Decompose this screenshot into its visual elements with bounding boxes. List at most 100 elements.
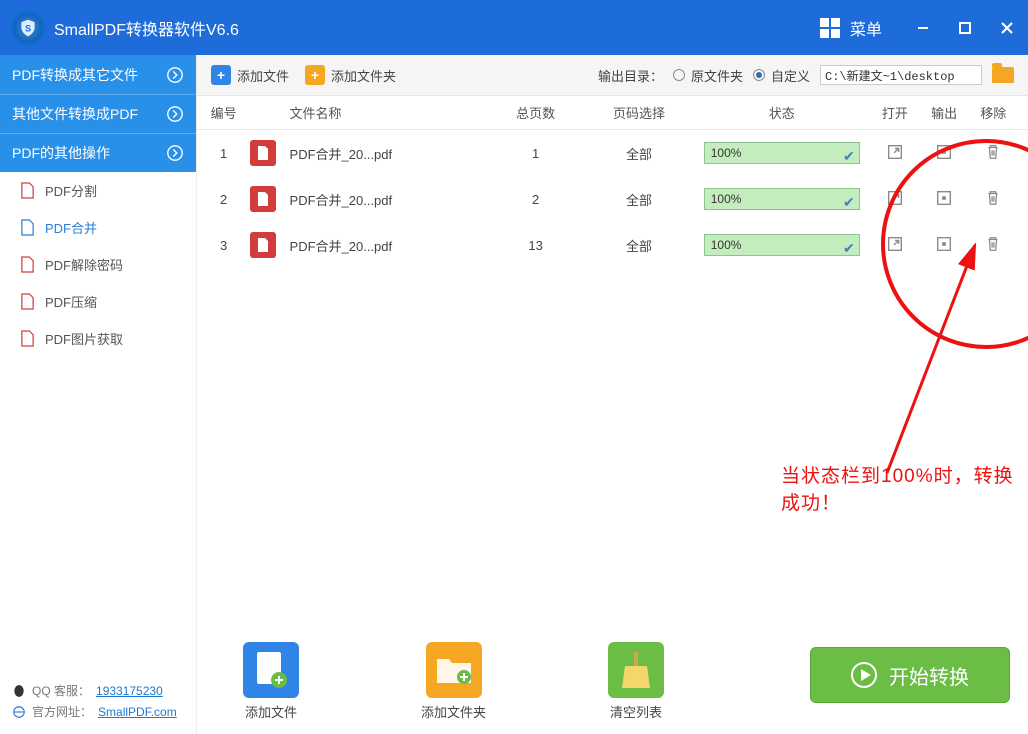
sidebar-item-pdf-unlock[interactable]: PDF解除密码: [0, 246, 196, 283]
bottom-btn-label: 添加文件: [245, 702, 297, 721]
radio-icon: [753, 69, 765, 81]
cell-pages: 1: [486, 146, 584, 161]
sidebar-item-pdf-split[interactable]: PDF分割: [0, 172, 196, 209]
cell-num: 2: [197, 192, 250, 207]
output-custom-radio[interactable]: 自定义: [753, 66, 810, 85]
qq-label: QQ 客服：: [32, 682, 90, 699]
col-open: 打开: [870, 103, 919, 122]
sidebar-item-label: PDF压缩: [45, 292, 97, 311]
col-output: 输出: [920, 103, 969, 122]
minimize-button[interactable]: [902, 0, 944, 55]
add-file-label: 添加文件: [237, 66, 289, 85]
output-button[interactable]: [935, 235, 953, 253]
add-folder-large-icon: [426, 642, 482, 698]
sidebar-footer: QQ 客服： 1933175230 官方网址： SmallPDF.com: [0, 674, 196, 734]
col-num: 编号: [197, 103, 250, 122]
remove-button[interactable]: [984, 143, 1002, 161]
bottom-btn-label: 清空列表: [610, 702, 662, 721]
radio-label: 原文件夹: [691, 66, 743, 85]
cell-pages: 2: [486, 192, 584, 207]
page-icon: [20, 256, 35, 273]
sidebar-item-label: PDF合并: [45, 218, 97, 237]
table-row: 2PDF合并_20...pdf2全部100%✔: [197, 176, 1028, 222]
browse-folder-button[interactable]: [992, 67, 1014, 83]
open-button[interactable]: [886, 189, 904, 207]
start-convert-button[interactable]: 开始转换: [810, 647, 1010, 703]
progress-bar: 100%✔: [704, 142, 860, 164]
cell-name: PDF合并_20...pdf: [290, 190, 487, 209]
bottom-clear-list-button[interactable]: 清空列表: [608, 642, 664, 721]
start-label: 开始转换: [889, 661, 969, 690]
open-button[interactable]: [886, 235, 904, 253]
menu-grid-icon: [820, 18, 840, 38]
menu-button[interactable]: 菜单: [820, 16, 902, 40]
page-icon: [20, 219, 35, 236]
app-title: SmallPDF转换器软件V6.6: [54, 16, 239, 40]
cell-name: PDF合并_20...pdf: [290, 236, 487, 255]
cell-range: 全部: [585, 190, 693, 209]
titlebar: S SmallPDF转换器软件V6.6 菜单: [0, 0, 1028, 55]
sidebar-group-label: PDF转换成其它文件: [12, 65, 138, 85]
cell-status: 100%✔: [693, 142, 870, 164]
sidebar-group-pdf-other-ops[interactable]: PDF的其他操作: [0, 133, 196, 172]
app-logo-icon: S: [10, 10, 46, 46]
svg-text:S: S: [25, 23, 31, 33]
cell-file-icon: [250, 186, 289, 212]
add-file-button[interactable]: + 添加文件: [211, 65, 289, 85]
maximize-button[interactable]: [944, 0, 986, 55]
chevron-right-icon: [166, 105, 184, 123]
sidebar-group-pdf-to-other[interactable]: PDF转换成其它文件: [0, 55, 196, 94]
col-remove: 移除: [969, 103, 1018, 122]
site-label: 官方网址：: [32, 703, 92, 720]
radio-label: 自定义: [771, 66, 810, 85]
bottom-add-file-button[interactable]: 添加文件: [243, 642, 299, 721]
close-button[interactable]: [986, 0, 1028, 55]
pdf-icon: [250, 232, 276, 258]
add-file-large-icon: [243, 642, 299, 698]
sidebar: PDF转换成其它文件 其他文件转换成PDF PDF的其他操作 PDF分割 PDF…: [0, 55, 197, 734]
sidebar-item-pdf-compress[interactable]: PDF压缩: [0, 283, 196, 320]
cell-file-icon: [250, 232, 289, 258]
toolbar: + 添加文件 + 添加文件夹 输出目录： 原文件夹 自定义: [197, 55, 1028, 96]
sidebar-group-other-to-pdf[interactable]: 其他文件转换成PDF: [0, 94, 196, 133]
cell-num: 1: [197, 146, 250, 161]
bottom-bar: 添加文件 添加文件夹 清空列表 开始转换: [197, 634, 1028, 734]
add-folder-button[interactable]: + 添加文件夹: [305, 65, 396, 85]
output-original-radio[interactable]: 原文件夹: [673, 66, 743, 85]
sidebar-item-pdf-merge[interactable]: PDF合并: [0, 209, 196, 246]
sidebar-item-pdf-extract-images[interactable]: PDF图片获取: [0, 320, 196, 357]
add-file-icon: +: [211, 65, 231, 85]
chevron-right-icon: [166, 66, 184, 84]
cell-range: 全部: [585, 144, 693, 163]
page-icon: [20, 182, 35, 199]
output-path-input[interactable]: [820, 65, 982, 85]
cell-name: PDF合并_20...pdf: [290, 144, 487, 163]
cell-status: 100%✔: [693, 188, 870, 210]
cell-range: 全部: [585, 236, 693, 255]
bottom-add-folder-button[interactable]: 添加文件夹: [421, 642, 486, 721]
site-link[interactable]: SmallPDF.com: [98, 705, 177, 719]
cell-pages: 13: [486, 238, 584, 253]
clean-icon: [608, 642, 664, 698]
radio-icon: [673, 69, 685, 81]
progress-bar: 100%✔: [704, 188, 860, 210]
check-icon: ✔: [843, 146, 855, 166]
main-panel: + 添加文件 + 添加文件夹 输出目录： 原文件夹 自定义: [197, 55, 1028, 734]
output-label: 输出目录：: [598, 66, 663, 85]
output-button[interactable]: [935, 189, 953, 207]
table-header: 编号 文件名称 总页数 页码选择 状态 打开 输出 移除: [197, 96, 1028, 130]
check-icon: ✔: [843, 238, 855, 258]
sidebar-group-label: 其他文件转换成PDF: [12, 104, 138, 124]
play-icon: [851, 662, 877, 688]
col-status: 状态: [693, 103, 870, 122]
remove-button[interactable]: [984, 189, 1002, 207]
col-name: 文件名称: [290, 103, 487, 122]
pdf-icon: [250, 140, 276, 166]
qq-link[interactable]: 1933175230: [96, 684, 163, 698]
remove-button[interactable]: [984, 235, 1002, 253]
page-icon: [20, 293, 35, 310]
add-folder-label: 添加文件夹: [331, 66, 396, 85]
output-button[interactable]: [935, 143, 953, 161]
page-icon: [20, 330, 35, 347]
open-button[interactable]: [886, 143, 904, 161]
